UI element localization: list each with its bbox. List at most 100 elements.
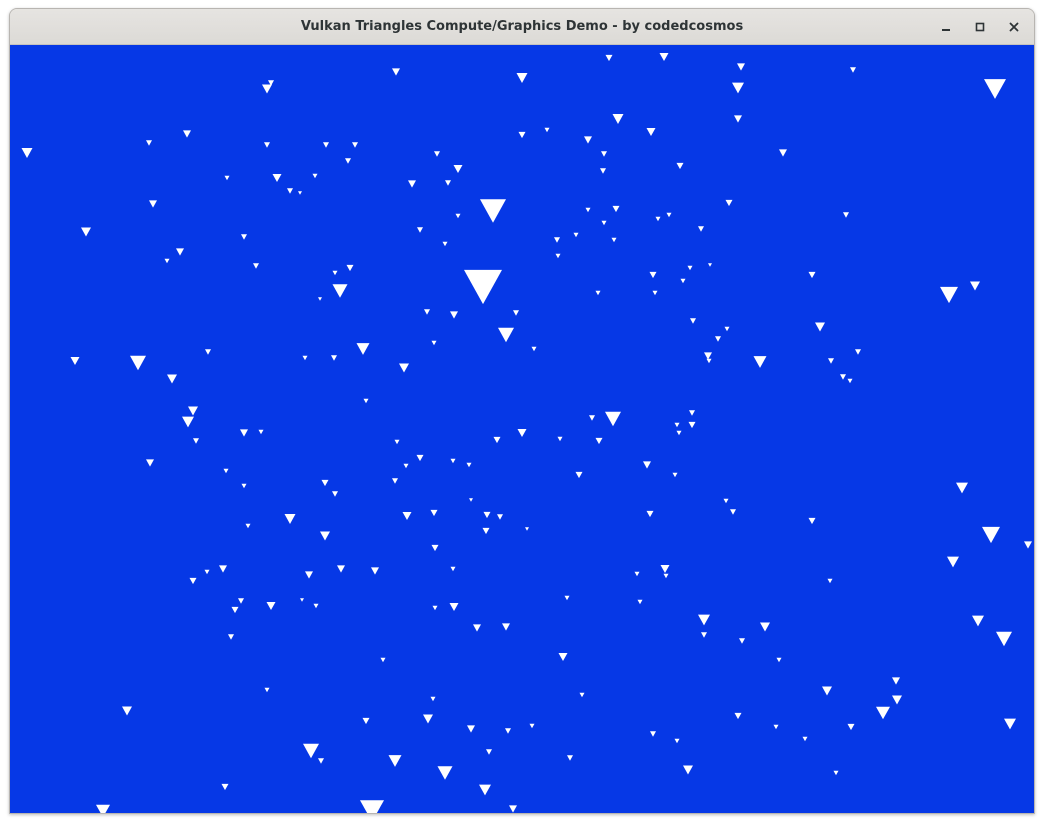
triangle-particle <box>312 173 318 179</box>
triangle-particle <box>394 439 400 445</box>
triangle-particle <box>298 191 302 195</box>
maximize-button[interactable] <box>966 13 994 41</box>
triangle-particle <box>723 498 729 504</box>
triangle-particle <box>808 271 816 279</box>
triangle-particle <box>430 509 438 517</box>
triangle-particle <box>847 378 853 384</box>
triangle-particle <box>392 68 400 76</box>
triangle-particle <box>371 567 379 575</box>
triangle-particle <box>972 615 984 627</box>
triangle-particle <box>505 728 511 734</box>
triangle-particle <box>318 297 322 301</box>
triangle-particle <box>482 527 490 535</box>
triangle-particle <box>646 510 654 518</box>
triangle-particle <box>652 290 658 296</box>
triangle-particle <box>646 127 656 137</box>
triangle-particle <box>734 115 742 123</box>
triangle-particle <box>676 162 684 170</box>
triangle-particle <box>984 79 1006 99</box>
triangle-particle <box>843 212 849 218</box>
triangle-particle <box>302 355 308 361</box>
title-bar[interactable]: Vulkan Triangles Compute/Graphics Demo -… <box>10 9 1034 45</box>
triangle-particle <box>674 738 680 744</box>
triangle-particle <box>589 415 595 421</box>
triangle-particle <box>982 526 1000 544</box>
triangle-particle <box>240 429 248 437</box>
triangle-particle <box>956 482 968 494</box>
triangle-particle <box>498 327 514 343</box>
triangle-particle <box>352 142 358 148</box>
triangle-particle <box>300 598 304 602</box>
minimize-button[interactable] <box>932 13 960 41</box>
triangle-particle <box>403 463 409 469</box>
triangle-particle <box>164 258 170 264</box>
triangle-particle <box>399 363 409 373</box>
triangle-particle <box>509 805 517 813</box>
triangle-particle <box>701 632 707 638</box>
window-title: Vulkan Triangles Compute/Graphics Demo -… <box>300 19 744 34</box>
triangle-particle <box>466 462 472 468</box>
triangle-particle <box>287 188 293 194</box>
triangle-particle <box>892 677 900 685</box>
triangle-particle <box>585 207 591 213</box>
triangle-particle <box>346 264 354 272</box>
triangle-particle <box>266 601 276 611</box>
triangle-particle <box>473 624 481 632</box>
triangle-particle <box>305 571 313 579</box>
triangle-particle <box>708 263 712 267</box>
triangle-particle <box>253 263 259 269</box>
close-button[interactable] <box>1000 13 1028 41</box>
triangle-particle <box>605 54 613 62</box>
triangle-particle <box>683 765 693 775</box>
triangle-particle <box>833 770 839 776</box>
triangle-particle <box>332 270 338 276</box>
triangle-particle <box>674 422 680 428</box>
triangle-particle <box>483 511 491 519</box>
triangle-particle <box>219 565 227 573</box>
triangle-particle <box>450 311 458 319</box>
triangle-particle <box>431 340 437 346</box>
triangle-particle <box>779 149 787 157</box>
render-canvas[interactable] <box>10 45 1034 813</box>
triangle-particle <box>739 638 745 644</box>
triangle-particle <box>634 571 640 577</box>
triangle-particle <box>516 73 528 83</box>
triangle-particle <box>130 355 146 371</box>
triangle-particle <box>567 755 573 761</box>
triangle-particle <box>183 130 191 138</box>
triangle-particle <box>650 731 656 737</box>
triangle-particle <box>188 406 198 416</box>
triangle-particle <box>595 437 603 445</box>
triangle-particle <box>408 180 416 188</box>
triangle-particle <box>663 573 669 579</box>
triangle-particle <box>564 595 570 601</box>
triangle-particle <box>363 398 369 404</box>
triangle-particle <box>760 622 770 632</box>
triangle-particle <box>876 706 890 720</box>
triangle-particle <box>525 527 529 531</box>
triangle-particle <box>442 241 448 247</box>
triangle-particle <box>223 468 229 474</box>
triangle-particle <box>345 158 351 164</box>
triangle-particle <box>847 723 855 731</box>
triangle-particle <box>808 517 816 525</box>
triangle-particle <box>167 374 177 384</box>
triangle-particle <box>424 309 430 315</box>
triangle-particle <box>601 220 607 226</box>
triangle-particle <box>146 140 152 146</box>
triangle-particle <box>737 63 745 71</box>
triangle-particle <box>238 598 244 604</box>
triangle-particle <box>558 652 568 662</box>
triangle-particle <box>892 695 902 705</box>
triangle-particle <box>822 686 832 696</box>
triangle-particle <box>193 438 199 444</box>
triangle-particle <box>321 479 329 487</box>
triangle-particle <box>449 602 459 612</box>
triangle-particle <box>486 749 492 755</box>
triangle-particle <box>189 577 197 585</box>
triangle-particle <box>480 199 506 223</box>
triangle-particle <box>402 511 412 521</box>
triangle-particle <box>388 755 402 767</box>
triangle-particle <box>434 151 440 157</box>
triangle-particle <box>555 253 561 259</box>
